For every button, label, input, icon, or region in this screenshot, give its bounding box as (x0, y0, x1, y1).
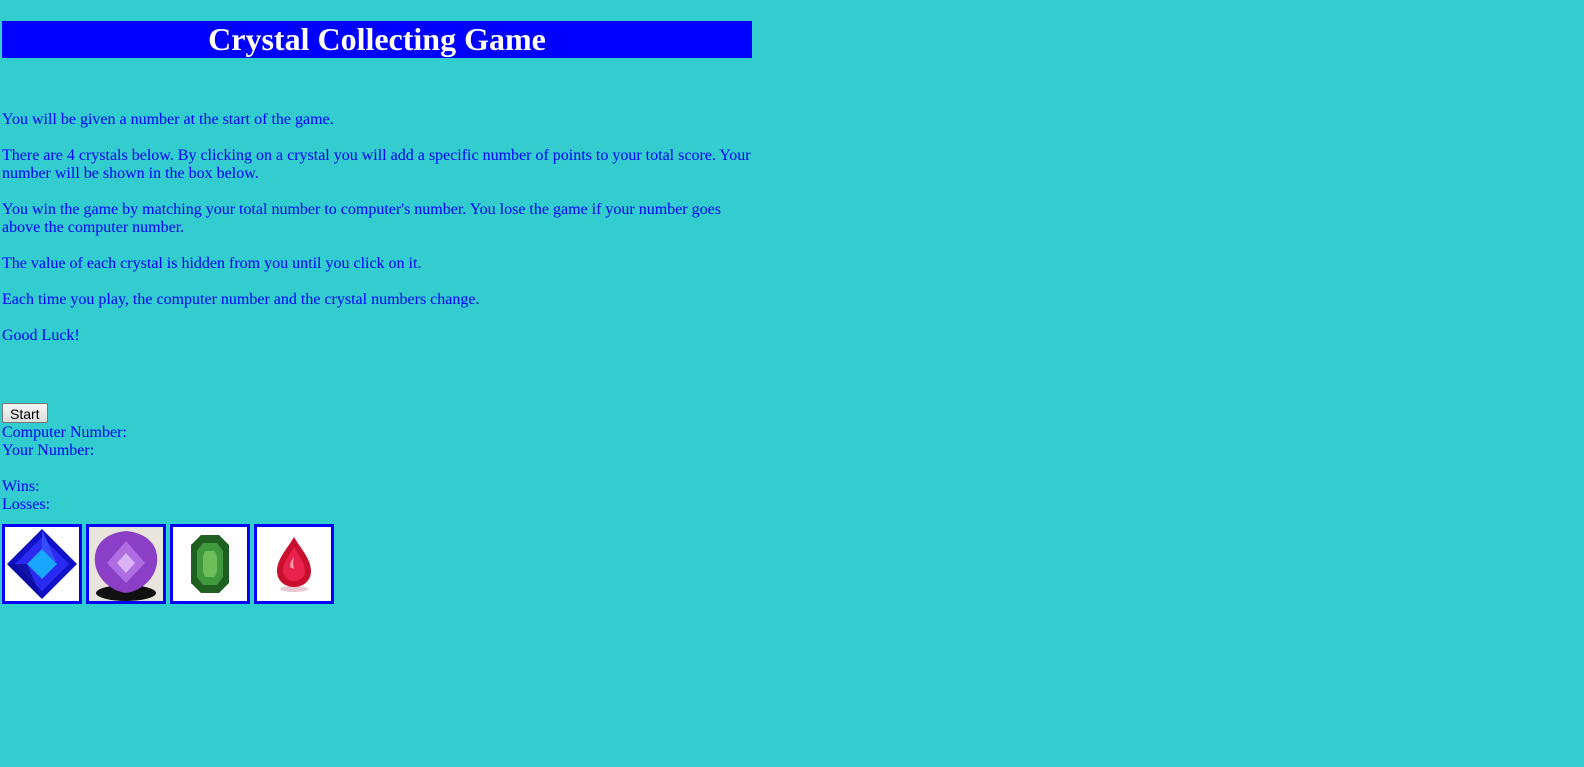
red-crystal-icon (277, 537, 311, 592)
start-button[interactable]: Start (2, 403, 48, 423)
crystal-button-purple[interactable] (86, 524, 166, 604)
losses-label: Losses: (2, 496, 50, 513)
instruction-text: There are 4 crystals below. By clicking … (2, 147, 751, 182)
instruction-text: You will be given a number at the start … (2, 111, 334, 128)
crystal-button-green[interactable] (170, 524, 250, 604)
green-crystal-icon (191, 535, 229, 593)
blue-crystal-icon (7, 529, 77, 599)
instruction-text: Good Luck! (2, 327, 80, 344)
crystal-button-red[interactable] (254, 524, 334, 604)
computer-number-label: Computer Number: (2, 424, 127, 441)
score-panel: Computer Number: Your Number: Wins: Loss… (2, 424, 752, 514)
instruction-text: Each time you play, the computer number … (2, 291, 480, 308)
instructions: You will be given a number at the start … (2, 111, 752, 345)
crystal-button-blue[interactable] (2, 524, 82, 604)
purple-crystal-icon (89, 527, 163, 601)
crystal-row (2, 524, 752, 604)
instruction-text: The value of each crystal is hidden from… (2, 255, 422, 272)
game-container: Crystal Collecting Game You will be give… (2, 21, 752, 604)
your-number-label: Your Number: (2, 442, 95, 459)
page-title: Crystal Collecting Game (2, 21, 752, 58)
wins-label: Wins: (2, 478, 40, 495)
instruction-text: You win the game by matching your total … (2, 201, 721, 236)
